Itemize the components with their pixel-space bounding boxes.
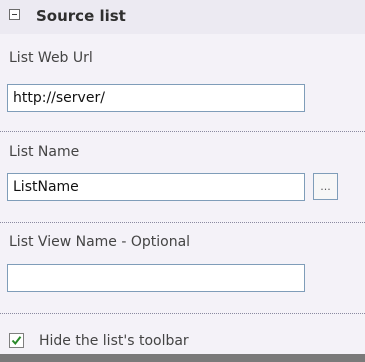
- hide-toolbar-label[interactable]: Hide the list's toolbar: [39, 333, 189, 349]
- list-web-url-input[interactable]: [7, 84, 305, 112]
- divider: [0, 313, 365, 314]
- list-name-input[interactable]: [7, 173, 305, 201]
- list-view-name-label: List View Name - Optional: [9, 234, 191, 250]
- divider: [0, 222, 365, 223]
- minus-square-icon[interactable]: [9, 9, 20, 20]
- source-list-panel: Source list List Web Url List Name ... L…: [0, 0, 365, 362]
- section-header[interactable]: Source list: [0, 0, 365, 34]
- browse-button[interactable]: ...: [313, 173, 338, 200]
- divider: [0, 131, 365, 132]
- list-name-label: List Name: [9, 144, 80, 160]
- list-web-url-label: List Web Url: [9, 50, 93, 66]
- list-view-name-input[interactable]: [7, 264, 305, 292]
- checkmark-icon: [11, 336, 22, 346]
- bottom-border: [0, 354, 365, 362]
- section-title: Source list: [36, 7, 126, 25]
- hide-toolbar-checkbox[interactable]: [9, 333, 24, 348]
